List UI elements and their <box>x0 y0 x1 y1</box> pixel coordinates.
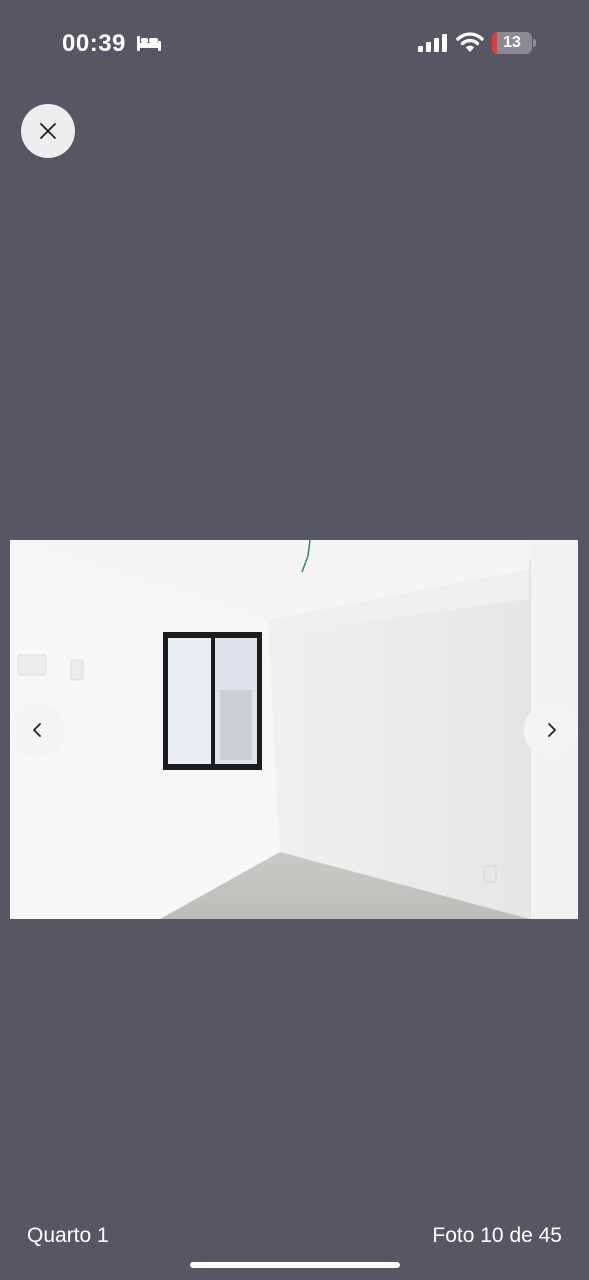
next-photo-button[interactable] <box>524 703 578 757</box>
room-photo-image <box>10 540 578 919</box>
status-time: 00:39 <box>62 30 126 57</box>
photo-counter: Foto 10 de 45 <box>432 1224 562 1247</box>
wifi-icon <box>456 32 484 52</box>
bed-icon <box>137 36 161 51</box>
chevron-right-icon <box>548 723 556 737</box>
battery-body: 13 <box>492 32 532 54</box>
photo-caption: Quarto 1 <box>27 1224 109 1247</box>
close-icon <box>40 123 56 139</box>
previous-photo-button[interactable] <box>11 703 65 757</box>
home-indicator[interactable] <box>190 1262 400 1268</box>
close-button[interactable] <box>21 104 75 158</box>
status-bar: 00:39 13 <box>0 0 589 88</box>
gallery-photo[interactable] <box>10 540 578 919</box>
battery-icon: 13 <box>492 32 536 54</box>
cellular-signal-icon <box>418 34 447 52</box>
chevron-left-icon <box>33 723 41 737</box>
battery-cap <box>533 39 536 47</box>
battery-level: 13 <box>503 34 521 51</box>
